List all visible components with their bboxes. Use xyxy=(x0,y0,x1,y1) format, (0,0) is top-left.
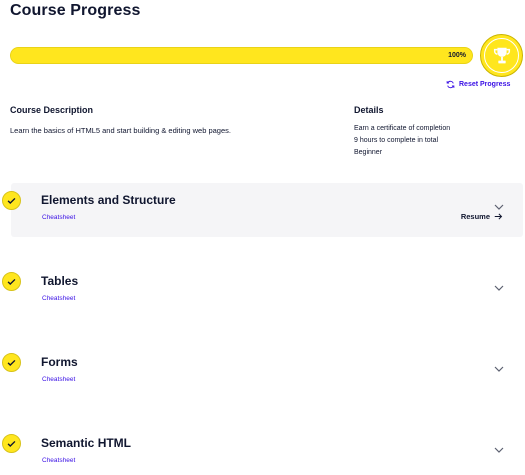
cheatsheet-link[interactable]: Cheatsheet xyxy=(42,376,75,383)
resume-label: Resume xyxy=(460,212,490,221)
module-title[interactable]: Elements and Structure xyxy=(41,193,176,207)
details-duration: 9 hours to complete in total xyxy=(354,137,439,144)
progress-fill xyxy=(11,48,472,63)
reset-progress-button[interactable]: Reset Progress xyxy=(446,80,510,89)
course-description-text: Learn the basics of HTML5 and start buil… xyxy=(10,126,231,135)
module-title[interactable]: Forms xyxy=(41,355,78,369)
check-icon xyxy=(2,434,21,453)
details-heading: Details xyxy=(354,105,384,115)
chevron-down-icon[interactable] xyxy=(494,440,504,458)
module-row[interactable]: Elements and Structure Cheatsheet Resume xyxy=(2,183,523,237)
details-level: Beginner xyxy=(354,149,383,156)
page-title: Course Progress xyxy=(10,2,141,19)
module-title[interactable]: Tables xyxy=(41,274,78,288)
cheatsheet-link[interactable]: Cheatsheet xyxy=(42,295,75,302)
chevron-down-icon[interactable] xyxy=(494,359,504,377)
resume-button[interactable]: Resume xyxy=(461,212,503,221)
module-title[interactable]: Semantic HTML xyxy=(41,436,131,450)
module-row[interactable]: Forms Cheatsheet xyxy=(2,345,523,399)
module-row[interactable]: Semantic HTML Cheatsheet xyxy=(2,426,523,475)
check-icon xyxy=(2,353,21,372)
reset-progress-label: Reset Progress xyxy=(459,81,511,88)
cheatsheet-link[interactable]: Cheatsheet xyxy=(42,457,75,464)
trophy-icon xyxy=(480,34,523,77)
details-certificate: Earn a certificate of completion xyxy=(354,125,451,132)
progress-percent: 100% xyxy=(448,52,466,59)
refresh-icon xyxy=(446,80,455,89)
chevron-down-icon[interactable] xyxy=(494,278,504,296)
progress-bar: 100% xyxy=(10,47,473,64)
check-icon xyxy=(2,272,21,291)
module-row[interactable]: Tables Cheatsheet xyxy=(2,264,523,318)
arrow-right-icon xyxy=(494,213,503,220)
check-icon xyxy=(2,191,21,210)
cheatsheet-link[interactable]: Cheatsheet xyxy=(42,214,75,221)
course-description-heading: Course Description xyxy=(10,105,94,115)
